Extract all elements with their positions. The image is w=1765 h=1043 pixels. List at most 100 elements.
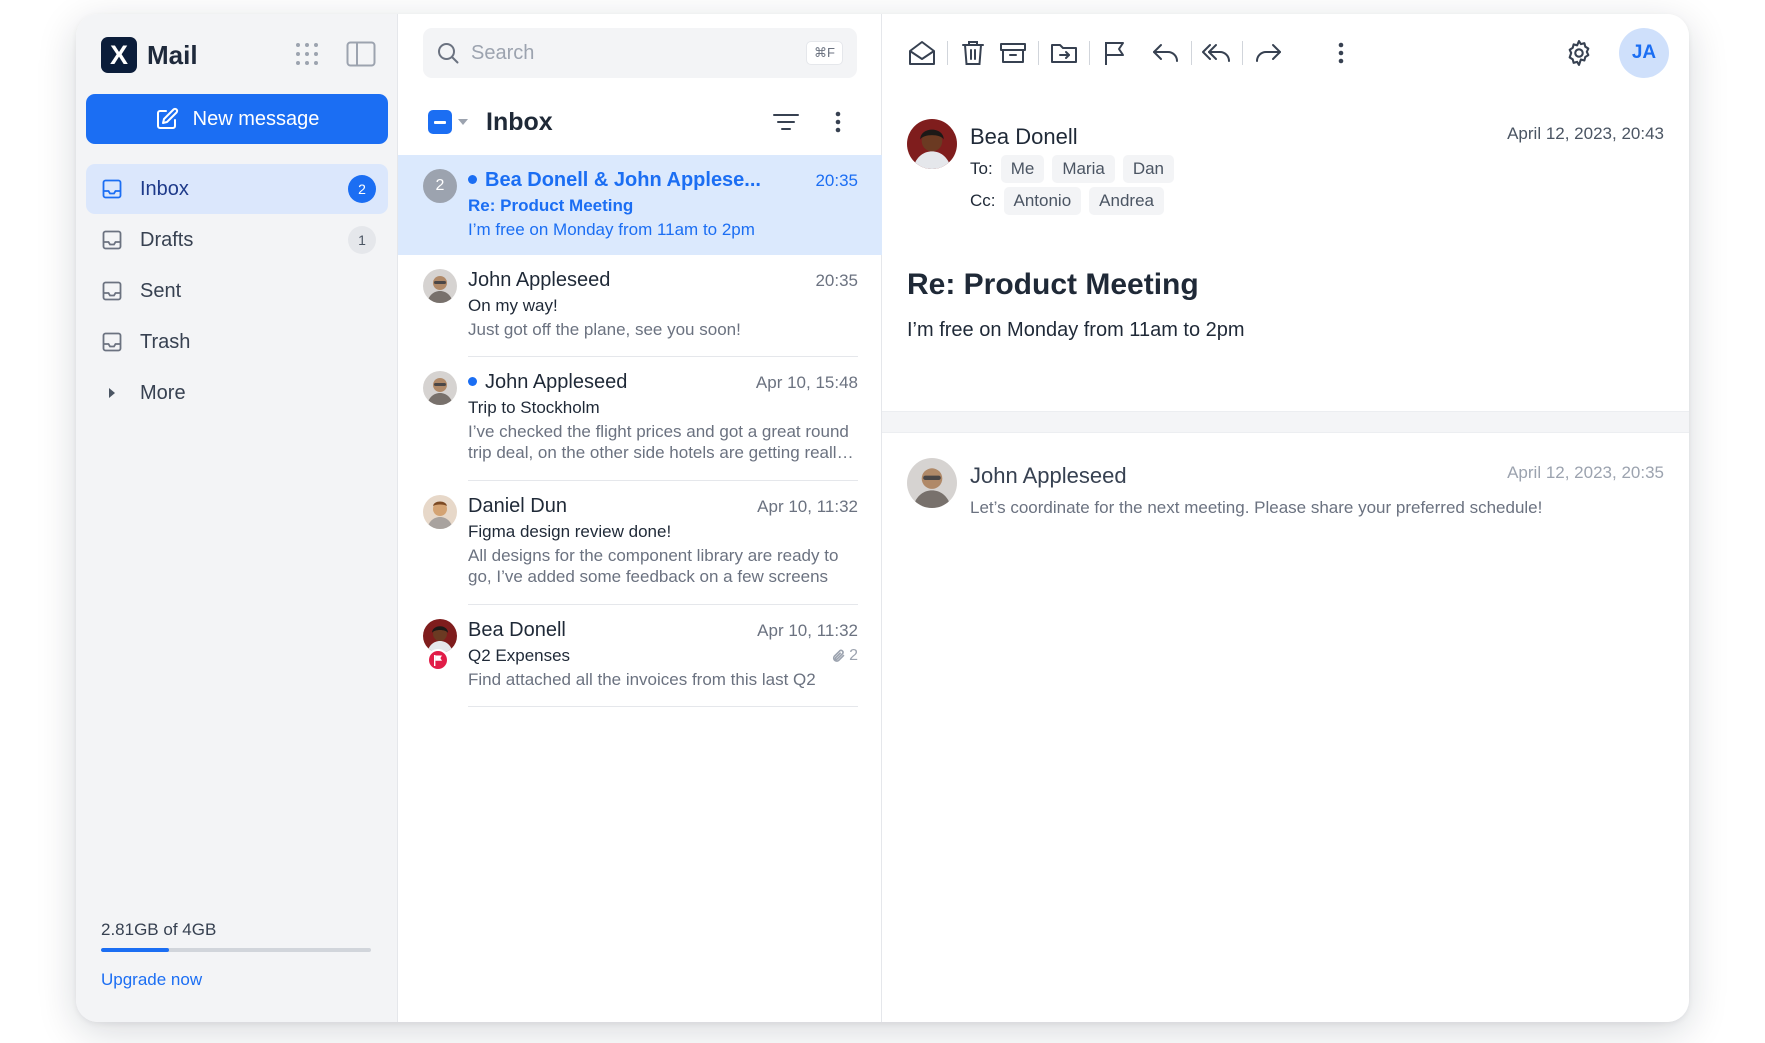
sidebar-item-label: Drafts bbox=[140, 228, 194, 251]
flag-icon[interactable] bbox=[1095, 33, 1135, 73]
avatar bbox=[907, 458, 957, 508]
list-item[interactable]: Daniel Dun Apr 10, 11:32 Figma design re… bbox=[398, 481, 882, 605]
recipient-chip[interactable]: Maria bbox=[1052, 155, 1115, 183]
unread-dot bbox=[468, 377, 477, 386]
sender-name[interactable]: Bea Donell bbox=[970, 124, 1078, 150]
storage-text: 2.81GB of 4GB bbox=[101, 920, 217, 939]
sidebar-item-label: Trash bbox=[140, 330, 191, 353]
apps-grid-icon[interactable] bbox=[291, 38, 323, 70]
message-sender: John Appleseed bbox=[468, 269, 611, 291]
filter-icon[interactable] bbox=[770, 106, 802, 138]
message-preview: All designs for the component library ar… bbox=[468, 546, 839, 586]
sidebar-item-trash[interactable]: Trash bbox=[86, 317, 388, 367]
inbox-icon bbox=[100, 330, 124, 354]
compose-icon bbox=[156, 107, 178, 129]
caret-right-icon bbox=[100, 381, 124, 405]
list-item[interactable]: John Appleseed Apr 10, 15:48 Trip to Sto… bbox=[398, 357, 882, 481]
message-subject: Re: Product Meeting bbox=[907, 268, 1199, 301]
sidebar-nav: Inbox 2 Drafts 1 Sent Trash More bbox=[86, 164, 388, 419]
sidebar-item-inbox[interactable]: Inbox 2 bbox=[86, 164, 388, 214]
to-label: To: bbox=[970, 159, 993, 178]
trash-icon[interactable] bbox=[953, 33, 993, 73]
sidebar-item-more[interactable]: More bbox=[86, 368, 388, 418]
recipient-chip[interactable]: Me bbox=[1000, 155, 1045, 183]
message-time: 20:35 bbox=[815, 171, 858, 190]
paperclip-icon bbox=[833, 649, 845, 662]
cc-recipients: Cc: Antonio Andrea bbox=[970, 187, 1164, 215]
sidebar-item-label: More bbox=[140, 381, 186, 404]
list-header: Inbox bbox=[428, 100, 854, 144]
sidebar-item-label: Inbox bbox=[140, 177, 189, 200]
message-preview: Find attached all the invoices from this… bbox=[468, 670, 816, 689]
new-message-button[interactable]: New message bbox=[86, 94, 388, 144]
recipient-chip[interactable]: Andrea bbox=[1089, 187, 1164, 215]
mail-window: X Mail New message Inbox 2 Drafts 1 Sent… bbox=[76, 14, 1689, 1022]
archive-icon[interactable] bbox=[993, 33, 1033, 73]
message-sender: Bea Donell & John Applese... bbox=[485, 169, 761, 191]
sidebar-item-sent[interactable]: Sent bbox=[86, 266, 388, 316]
list-item[interactable]: Bea Donell Apr 10, 11:32 Q2 Expenses 2 F… bbox=[398, 605, 882, 707]
message-time: Apr 10, 15:48 bbox=[755, 373, 858, 392]
inbox-icon bbox=[100, 177, 124, 201]
message-sender: Daniel Dun bbox=[468, 495, 567, 517]
thread-date: April 12, 2023, 20:35 bbox=[1507, 463, 1664, 482]
message-subject: Figma design review done! bbox=[468, 522, 672, 541]
message-subject: On my way! bbox=[468, 296, 558, 315]
reply-all-icon[interactable] bbox=[1197, 33, 1237, 73]
recipient-chip[interactable]: Antonio bbox=[1003, 187, 1082, 215]
new-message-label: New message bbox=[192, 107, 320, 130]
message-subject: Trip to Stockholm bbox=[468, 398, 600, 417]
message-sender: John Appleseed bbox=[485, 371, 628, 393]
list-title: Inbox bbox=[486, 107, 553, 136]
message-time: Apr 10, 11:32 bbox=[757, 497, 858, 516]
inbox-icon bbox=[100, 279, 124, 303]
message-preview: Just got off the plane, see you soon! bbox=[468, 320, 741, 339]
recipient-chip[interactable]: Dan bbox=[1122, 155, 1175, 183]
gear-icon[interactable] bbox=[1559, 33, 1599, 73]
search-bar: ⌘F bbox=[423, 28, 857, 78]
sidebar-toggle-icon[interactable] bbox=[345, 38, 377, 70]
list-item[interactable]: John Appleseed 20:35 On my way! Just got… bbox=[398, 255, 882, 357]
mark-read-icon[interactable] bbox=[902, 33, 942, 73]
inbox-icon bbox=[100, 228, 124, 252]
list-item[interactable]: 2 Bea Donell & John Applese... 20:35 Re:… bbox=[398, 155, 882, 255]
avatar bbox=[907, 119, 957, 169]
brand-logo: X bbox=[101, 37, 137, 73]
sidebar-item-drafts[interactable]: Drafts 1 bbox=[86, 215, 388, 265]
avatar bbox=[423, 371, 457, 405]
storage-bar-fill bbox=[101, 948, 169, 952]
message-sender: Bea Donell bbox=[468, 619, 566, 641]
forward-icon[interactable] bbox=[1248, 33, 1288, 73]
brand-name: Mail bbox=[147, 39, 198, 70]
thread-divider bbox=[882, 411, 1689, 433]
search-shortcut: ⌘F bbox=[806, 41, 843, 65]
avatar bbox=[423, 269, 457, 303]
more-options-icon[interactable] bbox=[822, 106, 854, 138]
to-recipients: To: Me Maria Dan bbox=[970, 155, 1175, 183]
avatar bbox=[423, 619, 457, 653]
reply-icon[interactable] bbox=[1146, 33, 1186, 73]
message-time: 20:35 bbox=[815, 271, 858, 290]
upgrade-link[interactable]: Upgrade now bbox=[101, 970, 371, 990]
sidebar: X Mail New message Inbox 2 Drafts 1 Sent… bbox=[76, 14, 398, 1022]
select-dropdown-icon[interactable] bbox=[458, 119, 468, 125]
storage-bar bbox=[101, 948, 371, 952]
search-icon bbox=[438, 43, 459, 64]
user-avatar[interactable]: JA bbox=[1619, 28, 1669, 78]
brand[interactable]: X Mail bbox=[101, 36, 198, 74]
thread-count-avatar: 2 bbox=[423, 169, 457, 203]
message-toolbar: JA bbox=[902, 28, 1669, 78]
attachment-indicator: 2 bbox=[832, 646, 858, 666]
storage-meter: 2.81GB of 4GB Upgrade now bbox=[101, 920, 371, 990]
search-input[interactable] bbox=[471, 41, 807, 65]
thread-preview: Let’s coordinate for the next meeting. P… bbox=[970, 498, 1543, 517]
more-actions-icon[interactable] bbox=[1321, 33, 1361, 73]
select-all-checkbox[interactable] bbox=[428, 110, 452, 134]
message-time: Apr 10, 11:32 bbox=[757, 621, 858, 640]
message-body: I’m free on Monday from 11am to 2pm bbox=[907, 319, 1245, 341]
move-to-folder-icon[interactable] bbox=[1044, 33, 1084, 73]
attachment-count: 2 bbox=[849, 647, 858, 664]
unread-dot bbox=[468, 175, 477, 184]
avatar bbox=[423, 495, 457, 529]
reading-pane: JA Bea Donell April 12, 2023, 20:43 To: … bbox=[882, 14, 1689, 1022]
